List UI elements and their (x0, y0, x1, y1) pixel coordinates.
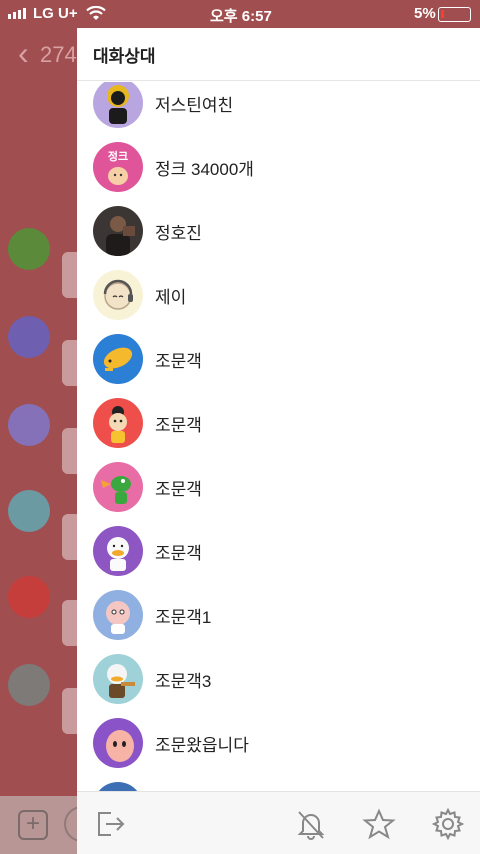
peach-character-icon (93, 718, 143, 768)
member-item[interactable]: 저스틴여친 (77, 82, 480, 135)
carrier-label: LG U+ (33, 5, 78, 22)
member-name: 정호진 (155, 223, 202, 243)
member-item[interactable] (77, 775, 480, 791)
avatar[interactable] (8, 404, 50, 446)
drawer-header: 대화상대 (77, 28, 480, 81)
member-item[interactable]: 조문객 (77, 327, 480, 391)
avatar[interactable] (8, 228, 50, 270)
member-item[interactable]: 조문객 (77, 519, 480, 583)
member-name: 조문왔읍니다 (155, 735, 249, 755)
drawer-title: 대화상대 (93, 46, 156, 66)
pink-bald-character-icon (93, 590, 143, 640)
clock: 오후 6:57 (210, 8, 272, 25)
yellow-lying-character-icon (93, 334, 143, 384)
avatar[interactable] (8, 316, 50, 358)
member-name: 저스틴여친 (155, 95, 234, 115)
svg-text:정크: 정크 (108, 149, 128, 163)
member-name: 조문객 (155, 351, 202, 371)
member-item[interactable]: 조문객3 (77, 647, 480, 711)
member-item[interactable]: 제이 (77, 263, 480, 327)
member-name: 정크 34000개 (155, 159, 254, 179)
avatar (93, 782, 143, 791)
settings-icon[interactable] (431, 807, 465, 841)
headset-character-icon (93, 270, 143, 320)
member-item[interactable]: 조문객 (77, 455, 480, 519)
member-item[interactable]: 조문왔읍니다 (77, 711, 480, 775)
member-item[interactable]: 정크 정크 34000개 (77, 135, 480, 199)
member-item[interactable]: 조문객 (77, 391, 480, 455)
photo-person-icon (93, 206, 143, 256)
members-drawer: 대화상대 저스틴여친 정크 정크 34000개 정호진 제이 조문객 조문객 조… (77, 28, 480, 854)
drawer-footer (77, 791, 480, 854)
member-name: 조문객 (155, 543, 202, 563)
member-item[interactable]: 정호진 (77, 199, 480, 263)
exit-icon[interactable] (93, 807, 127, 841)
battery-icon (438, 7, 471, 22)
unread-count: 274 (40, 42, 77, 67)
member-name: 조문객 (155, 479, 202, 499)
wifi-icon (86, 5, 106, 25)
avatar[interactable] (8, 576, 50, 618)
status-bar: LG U+ 오후 6:57 5% (0, 0, 480, 28)
battery-percent: 5% (414, 5, 436, 22)
star-icon[interactable] (362, 807, 396, 841)
avatar[interactable] (8, 490, 50, 532)
black-suit-character-icon (93, 82, 143, 128)
black-hair-character-icon (93, 398, 143, 448)
white-duck-character-icon (93, 526, 143, 576)
avatar[interactable] (8, 664, 50, 706)
member-name: 조문객3 (155, 671, 212, 691)
plus-icon[interactable]: + (18, 810, 48, 840)
member-list[interactable]: 저스틴여친 정크 정크 34000개 정호진 제이 조문객 조문객 조문객 조문… (77, 82, 480, 791)
signal-icon (8, 8, 26, 19)
bell-off-icon[interactable] (294, 807, 328, 841)
member-name: 조문객 (155, 415, 202, 435)
duck-guitar-character-icon (93, 654, 143, 704)
member-item[interactable]: 조문객1 (77, 583, 480, 647)
back-icon[interactable]: ‹ (18, 37, 29, 69)
green-crocodile-character-icon (93, 462, 143, 512)
pink-text-character-icon: 정크 (93, 142, 143, 192)
member-name: 조문객1 (155, 607, 212, 627)
member-name: 제이 (155, 287, 187, 307)
